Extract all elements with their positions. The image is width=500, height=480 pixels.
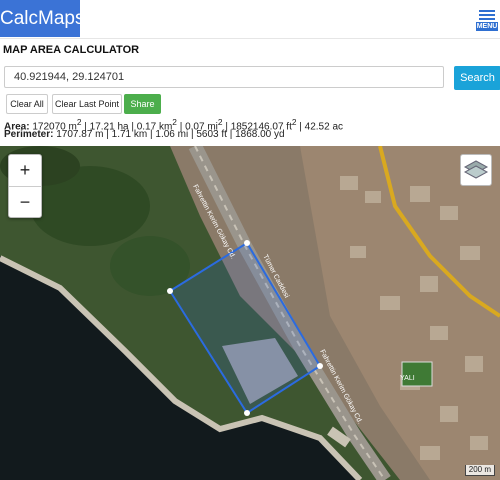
zoom-out-button[interactable]: − [9, 187, 41, 218]
sup-2: 2 [291, 117, 297, 127]
polygon-vertex[interactable] [244, 410, 250, 416]
top-bar: CalcMaps MENU [0, 0, 500, 39]
perimeter-values: 1707.87 m | 1.71 km | 1.06 mi | 5603 ft … [56, 129, 285, 140]
site-logo[interactable]: CalcMaps [0, 0, 84, 37]
hamburger-icon-bar [479, 14, 495, 16]
poi-label: YALI [400, 375, 415, 382]
sup-2: 2 [172, 117, 177, 127]
polygon-vertex[interactable] [317, 363, 323, 369]
page-title: MAP AREA CALCULATOR [3, 44, 140, 56]
perimeter-label: Perimeter: [4, 129, 54, 140]
stadium [401, 361, 433, 387]
perimeter-result: Perimeter: 1707.87 m | 1.71 km | 1.06 mi… [4, 129, 285, 140]
layers-button[interactable] [460, 154, 492, 186]
polygon-vertex[interactable] [244, 240, 250, 246]
polygon-vertex[interactable] [167, 288, 173, 294]
area-ac: | 42.52 ac [299, 121, 344, 133]
search-button[interactable]: Search [454, 66, 500, 90]
search-input[interactable] [4, 66, 444, 88]
menu-label: MENU [476, 22, 498, 31]
hamburger-icon-bar [479, 18, 495, 20]
hamburger-icon [479, 10, 495, 12]
layers-icon [463, 160, 489, 179]
clear-last-point-button[interactable]: Clear Last Point [52, 94, 122, 114]
search-bar: Search [4, 66, 500, 90]
zoom-in-button[interactable]: + [9, 155, 41, 187]
satellite-map[interactable]: Fahrettin Kerim Gökay Cd. Tümer Caddesi … [0, 146, 500, 480]
map-imagery[interactable]: Fahrettin Kerim Gökay Cd. Tümer Caddesi … [0, 146, 500, 480]
sup-2: 2 [76, 117, 82, 127]
clear-all-button[interactable]: Clear All [6, 94, 48, 114]
menu-button[interactable]: MENU [476, 8, 498, 34]
map-scale: 200 m [464, 465, 495, 476]
sup-2: 2 [217, 117, 223, 127]
share-button[interactable]: Share [124, 94, 161, 114]
zoom-control: + − [8, 154, 42, 218]
